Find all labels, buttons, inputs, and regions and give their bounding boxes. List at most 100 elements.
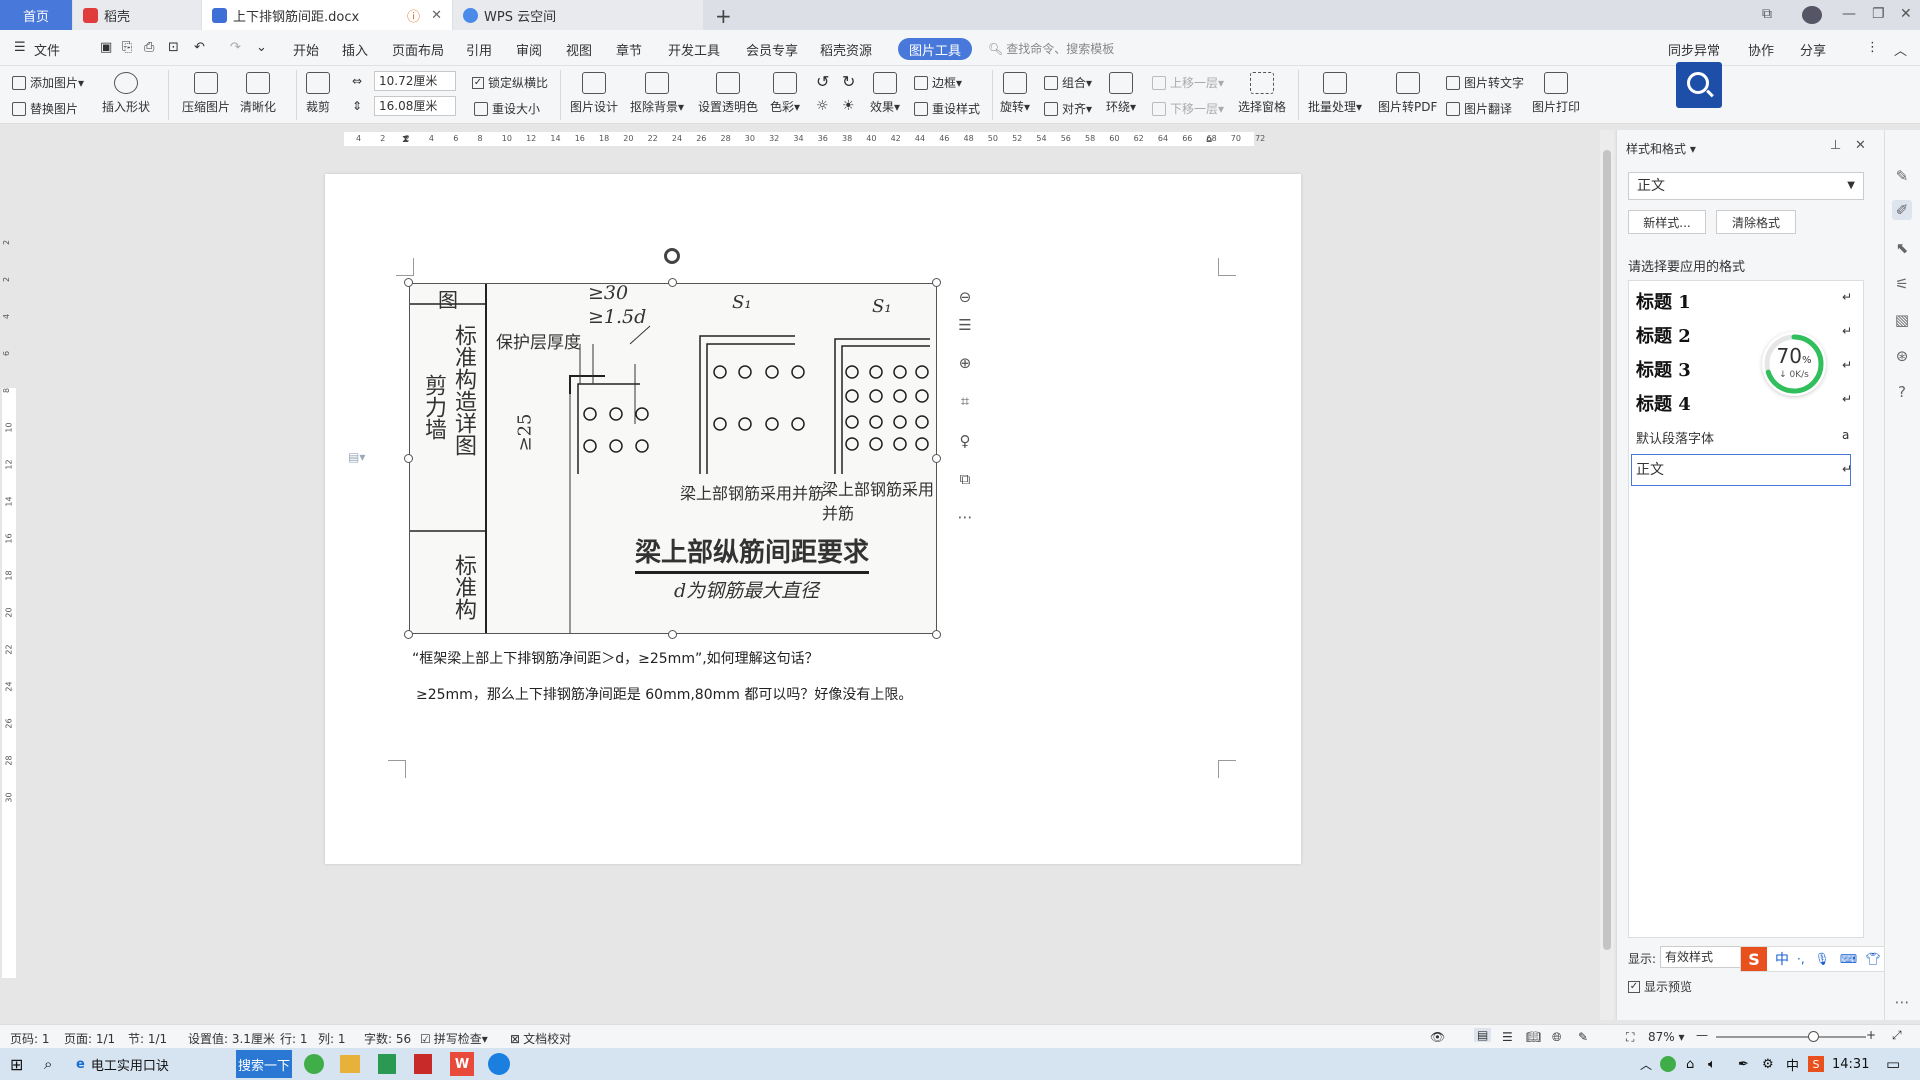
menu-reference[interactable]: 引用 xyxy=(466,40,492,59)
export-icon[interactable]: ⎘ xyxy=(122,40,132,55)
menu-daoke[interactable]: 稻壳资源 xyxy=(820,40,872,59)
clock[interactable]: 14:31 xyxy=(1832,1052,1869,1076)
layout-options-icon[interactable]: ☰ xyxy=(952,312,978,338)
tab-count-icon[interactable]: ⧉ xyxy=(1762,6,1772,22)
border-button[interactable]: 边框 ▾ xyxy=(914,74,962,91)
current-style-select[interactable]: 正文 ▼ xyxy=(1628,172,1864,200)
batch-button[interactable]: 批量处理▾ xyxy=(1308,72,1362,115)
rotate-button[interactable]: 旋转▾ xyxy=(1000,72,1030,115)
rotate-left-icon[interactable]: ↺ xyxy=(816,72,829,91)
document-paragraph-2[interactable]: ≥25mm，那么上下排钢筋净间距是 60mm,80mm 都可以吗？好像没有上限。 xyxy=(416,684,912,704)
more-icon[interactable]: ⋯ xyxy=(1892,992,1912,1012)
to-text-button[interactable]: 图片转文字 xyxy=(1446,74,1524,91)
add-picture-button[interactable]: 添加图片 ▾ xyxy=(12,74,84,91)
status-row[interactable]: 行: 1 xyxy=(280,1030,308,1047)
tab-cloud[interactable]: WPS 云空间 xyxy=(453,0,703,30)
restore-icon[interactable]: ❐ xyxy=(1872,6,1885,22)
brightness-down-icon[interactable]: ☀ xyxy=(842,98,855,114)
menu-member[interactable]: 会员专享 xyxy=(746,40,798,59)
tray-volume-icon[interactable]: 🔈︎ xyxy=(1708,1052,1716,1076)
remove-background-button[interactable]: 抠除背景▾ xyxy=(630,72,684,115)
tab-picture-tools[interactable]: 图片工具 xyxy=(898,38,972,60)
menu-chapter[interactable]: 章节 xyxy=(616,40,642,59)
color-button[interactable]: 色彩▾ xyxy=(770,72,800,115)
spell-check-button[interactable]: ☑ 拼写检查 ▾ xyxy=(420,1030,488,1047)
collab-button[interactable]: 协作 xyxy=(1748,40,1774,59)
skin-icon[interactable]: 👕︎ xyxy=(1865,952,1880,966)
tray-settings-icon[interactable]: ⚙ xyxy=(1762,1052,1774,1076)
tray-pen-icon[interactable]: ✒ xyxy=(1738,1052,1749,1076)
height-input[interactable]: 16.08厘米 xyxy=(374,96,456,116)
copy-picture-icon[interactable]: ⧉ xyxy=(952,466,978,492)
menu-view[interactable]: 视图 xyxy=(566,40,592,59)
brightness-up-icon[interactable]: ☼ xyxy=(816,98,829,114)
more-options-icon[interactable]: ⋯ xyxy=(952,504,978,530)
sheet-app-icon[interactable] xyxy=(378,1054,396,1074)
proofread-button[interactable]: ⊠ 文档校对 xyxy=(510,1030,571,1047)
style-heading-3[interactable]: 标题 3 xyxy=(1636,356,1691,382)
resize-handle[interactable] xyxy=(932,630,941,639)
tray-app-icon[interactable] xyxy=(1660,1056,1676,1072)
collapse-tools-icon[interactable]: ⊖ xyxy=(952,284,978,310)
new-style-button[interactable]: 新样式... xyxy=(1628,210,1706,234)
resize-handle[interactable] xyxy=(404,630,413,639)
tray-sogou-icon[interactable]: S xyxy=(1808,1056,1824,1072)
resize-handle[interactable] xyxy=(932,454,941,463)
select-cursor-icon[interactable]: ⬉ xyxy=(1892,238,1912,258)
zoom-out-icon[interactable]: — xyxy=(1696,1028,1708,1042)
style-pane-title[interactable]: 样式和格式 ▾ xyxy=(1626,140,1696,157)
selection-pane-button[interactable]: 选择窗格 xyxy=(1238,72,1286,115)
search-button[interactable] xyxy=(1676,62,1722,108)
status-section[interactable]: 节: 1/1 xyxy=(128,1030,167,1047)
magic-icon[interactable]: ✎ xyxy=(1892,166,1912,186)
style-pen-icon[interactable]: ✐ xyxy=(1892,200,1912,220)
add-tab-icon[interactable]: + xyxy=(715,4,732,28)
status-setting[interactable]: 设置值: 3.1厘米 xyxy=(188,1030,275,1047)
rotate-right-icon[interactable]: ↻ xyxy=(842,72,855,91)
menu-review[interactable]: 审阅 xyxy=(516,40,542,59)
smart-suggest-icon[interactable]: ♀ xyxy=(952,428,978,454)
eye-protect-icon[interactable]: 👁︎ xyxy=(1430,1030,1445,1044)
more-icon[interactable]: ⋮ xyxy=(1866,40,1879,55)
ime-mode-icon[interactable]: 中 xyxy=(1775,949,1789,969)
network-speed-widget[interactable]: 70% ↓ 0K/s xyxy=(1762,332,1826,396)
tray-lang-icon[interactable]: 中 xyxy=(1786,1052,1799,1076)
windows-start-icon[interactable]: ⊞ xyxy=(10,1052,23,1076)
replace-picture-button[interactable]: 替换图片 xyxy=(12,100,78,117)
close-icon[interactable]: ✕ xyxy=(431,8,442,23)
inserted-picture[interactable]: 图 标准构造详图 剪力墙 标准构 ≥30 ≥1.5d 保护层厚度 ≥25 S₁ … xyxy=(409,283,937,634)
width-input[interactable]: 10.72厘米 xyxy=(374,71,456,91)
compress-button[interactable]: 压缩图片 xyxy=(182,72,230,115)
collapse-icon[interactable]: ︿ xyxy=(1894,40,1907,59)
status-col[interactable]: 列: 1 xyxy=(318,1030,346,1047)
wrap-button[interactable]: 环绕▾ xyxy=(1106,72,1136,115)
reset-size-button[interactable]: 重设大小 xyxy=(474,100,540,117)
share-button[interactable]: 分享 xyxy=(1800,40,1826,59)
browser-icon[interactable] xyxy=(304,1054,324,1074)
warning-icon[interactable]: ⓘ xyxy=(407,6,420,25)
web-view-icon[interactable]: 🌐︎ xyxy=(1552,1030,1562,1045)
reset-style-button[interactable]: 重设样式 xyxy=(914,100,980,117)
location-icon[interactable]: ⊛ xyxy=(1892,346,1912,366)
write-mode-icon[interactable]: ✎ xyxy=(1578,1030,1588,1044)
reading-view-icon[interactable]: 📖︎ xyxy=(1526,1030,1541,1044)
folder-icon[interactable] xyxy=(340,1055,360,1073)
right-indent-icon[interactable]: ⌂ xyxy=(1206,134,1212,145)
close-pane-icon[interactable]: ✕ xyxy=(1855,138,1866,153)
scrollbar-thumb[interactable] xyxy=(1603,150,1611,950)
style-heading-4[interactable]: 标题 4 xyxy=(1636,390,1691,416)
notification-icon[interactable]: ▭ xyxy=(1886,1052,1900,1076)
menu-insert[interactable]: 插入 xyxy=(342,40,368,59)
zoom-level[interactable]: 87% ▾ xyxy=(1648,1030,1685,1044)
menu-devtools[interactable]: 开发工具 xyxy=(668,40,720,59)
resize-handle[interactable] xyxy=(404,454,413,463)
zoom-in-icon[interactable]: + xyxy=(1866,1028,1876,1042)
sharpen-button[interactable]: 清晰化 xyxy=(240,72,276,115)
insert-shape-button[interactable]: 插入形状 xyxy=(102,72,150,115)
rotate-handle-icon[interactable] xyxy=(664,248,680,264)
undo-icon[interactable]: ↶ xyxy=(194,40,205,55)
vertical-scrollbar[interactable] xyxy=(1600,130,1614,1020)
help-icon[interactable]: ? xyxy=(1892,382,1912,402)
to-pdf-button[interactable]: 图片转PDF xyxy=(1378,72,1437,115)
send-backward-button[interactable]: 下移一层 ▾ xyxy=(1152,100,1224,117)
